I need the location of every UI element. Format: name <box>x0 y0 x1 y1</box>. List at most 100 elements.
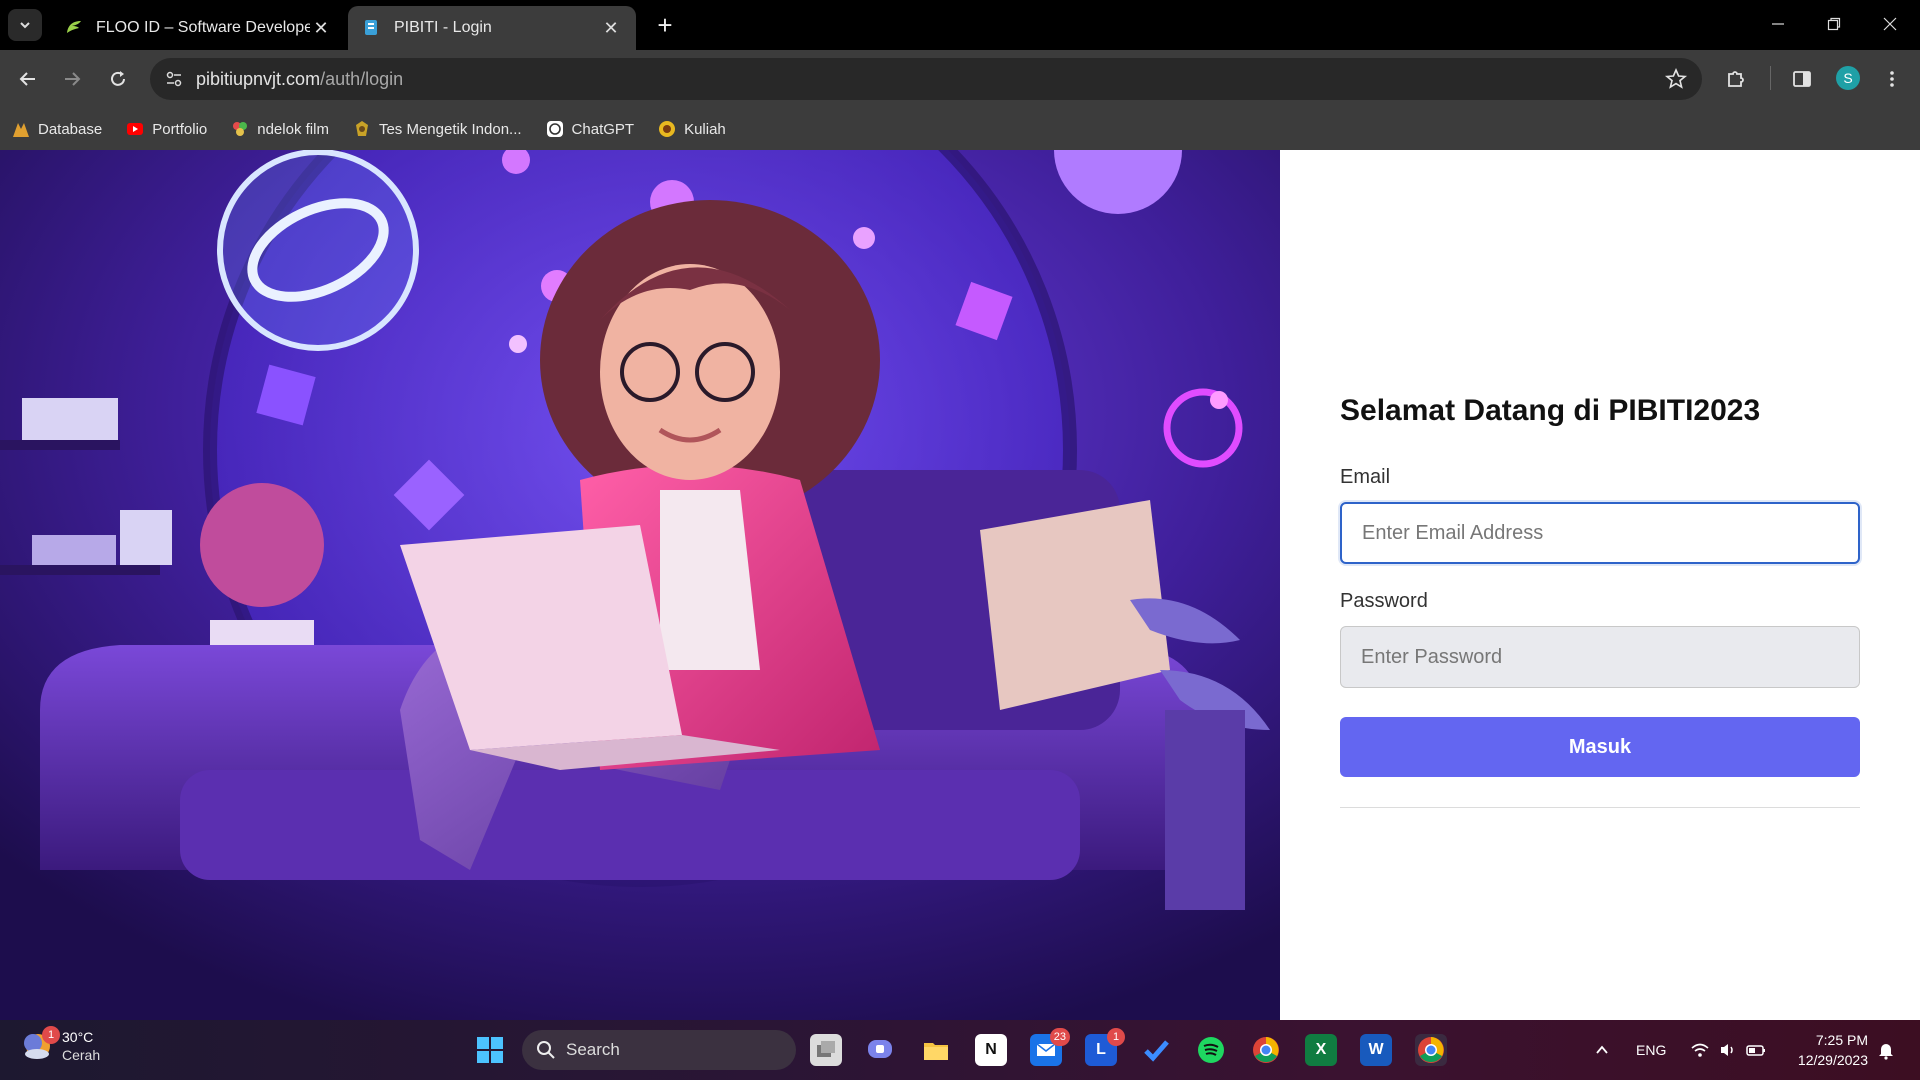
close-window-button[interactable] <box>1862 6 1918 42</box>
teams-chat-button[interactable] <box>864 1034 896 1066</box>
language-indicator[interactable]: ENG <box>1636 1042 1666 1058</box>
weather-temp: 30°C <box>62 1029 94 1045</box>
arrow-left-icon <box>19 72 35 86</box>
bookmark-label: ChatGPT <box>571 120 635 138</box>
bookmark-chatgpt[interactable]: ChatGPT <box>546 113 635 145</box>
floo-favicon-icon <box>67 21 81 33</box>
side-panel-icon <box>1793 71 1811 87</box>
mail-badge: 23 <box>1049 1028 1070 1046</box>
bookmark-database[interactable]: Database <box>12 113 102 145</box>
restore-button[interactable] <box>1806 6 1862 42</box>
email-field[interactable] <box>1340 502 1860 564</box>
minimize-button[interactable] <box>1750 6 1806 42</box>
new-tab-button[interactable]: + <box>650 10 680 40</box>
login-button[interactable]: Masuk <box>1340 717 1860 777</box>
neon-dot <box>1210 391 1228 409</box>
profile-avatar[interactable]: S <box>1836 66 1860 90</box>
tab-search-button[interactable] <box>8 9 42 41</box>
spotify-button[interactable] <box>1195 1034 1227 1066</box>
toolbar-separator <box>1770 66 1771 90</box>
address-bar[interactable]: pibitiupnvjt.com/auth/login <box>150 58 1702 100</box>
close-icon[interactable]: ✕ <box>600 17 622 39</box>
database-icon <box>13 123 29 137</box>
bookmark-label: Kuliah <box>684 120 726 138</box>
word-button[interactable]: W <box>1360 1034 1392 1066</box>
extensions-button[interactable] <box>1722 65 1750 93</box>
shelf-box <box>22 398 118 440</box>
tune-icon <box>166 71 182 87</box>
back-button[interactable] <box>10 61 46 97</box>
tab-pibiti-login[interactable]: PIBITI - Login ✕ <box>348 6 636 50</box>
bookmark-label: Database <box>38 120 103 138</box>
chrome-icon <box>1253 1037 1279 1063</box>
task-view-button[interactable] <box>810 1034 842 1066</box>
search-icon <box>537 1041 555 1059</box>
mail-button[interactable]: 23 <box>1030 1028 1070 1066</box>
weather-widget[interactable]: 1 30°C Cerah <box>22 1026 100 1064</box>
todo-button[interactable] <box>1140 1034 1172 1066</box>
weather-icon-wrap: 1 <box>22 1026 60 1062</box>
close-icon <box>1883 17 1897 31</box>
bookmark-portfolio[interactable]: Portfolio <box>126 113 207 145</box>
bookmark-tes-mengetik[interactable]: Tes Mengetik Indon... <box>353 113 522 145</box>
url-text: pibitiupnvjt.com/auth/login <box>196 69 403 90</box>
chevron-up-icon <box>1596 1045 1608 1054</box>
excel-button[interactable]: X <box>1305 1034 1337 1066</box>
chevron-down-icon <box>20 22 30 29</box>
chrome-profile-button[interactable] <box>1415 1034 1447 1066</box>
bookmark-ndelok-film[interactable]: ndelok film <box>231 113 329 145</box>
shelf-box <box>32 535 116 565</box>
restore-icon <box>1827 17 1841 31</box>
minimize-icon <box>1772 23 1784 25</box>
notion-button[interactable]: N <box>975 1034 1007 1066</box>
chrome-icon <box>1418 1037 1444 1063</box>
chatgpt-icon <box>546 121 563 137</box>
word-icon: W <box>1368 1041 1384 1058</box>
puzzle-icon <box>1728 71 1744 87</box>
clock-time: 7:25 PM <box>1815 1032 1868 1048</box>
globe-lamp <box>200 483 324 607</box>
reload-button[interactable] <box>100 61 136 97</box>
shelf <box>0 565 160 575</box>
chat-icon <box>868 1040 892 1058</box>
hero-illustration <box>0 150 1280 1020</box>
app-l-button[interactable]: L 1 <box>1085 1028 1125 1066</box>
notifications-button[interactable] <box>1870 1034 1902 1066</box>
browser-titlebar: FLOO ID – Software Developer ✕ PIBITI - … <box>0 0 1920 50</box>
browser-menu-button[interactable] <box>1878 65 1906 93</box>
tab-title: PIBITI - Login <box>394 19 492 36</box>
close-icon[interactable]: ✕ <box>310 17 332 39</box>
checkmark-icon <box>1144 1040 1169 1062</box>
show-hidden-icons-button[interactable] <box>1586 1034 1618 1066</box>
battery-button[interactable] <box>1740 1034 1772 1066</box>
url-host: pibitiupnvjt.com <box>196 69 321 89</box>
clock[interactable]: 7:25 PM 12/29/2023 <box>1780 1030 1868 1070</box>
excel-icon: X <box>1315 1041 1327 1058</box>
windows-logo-icon <box>477 1037 503 1063</box>
forward-button[interactable] <box>54 61 90 97</box>
task-view-icon <box>817 1041 835 1057</box>
glowing-ring <box>217 150 419 351</box>
speaker-icon <box>1721 1044 1733 1056</box>
taskbar-search[interactable]: Search <box>522 1030 796 1070</box>
side-panel-button[interactable] <box>1788 65 1816 93</box>
windows-taskbar: 1 30°C Cerah Search N 23 L 1 X W ENG 7:2… <box>0 1020 1920 1080</box>
battery-icon <box>1746 1045 1765 1056</box>
password-field[interactable] <box>1340 626 1860 688</box>
app-l-badge: 1 <box>1107 1028 1125 1046</box>
start-button[interactable] <box>474 1034 506 1066</box>
reload-icon <box>111 71 125 86</box>
chrome-button[interactable] <box>1250 1034 1282 1066</box>
tab-floo-id[interactable]: FLOO ID – Software Developer ✕ <box>50 6 346 50</box>
weather-badge: 1 <box>42 1026 60 1044</box>
bookmark-kuliah[interactable]: Kuliah <box>658 113 726 145</box>
pibiti-favicon-icon <box>365 20 377 35</box>
page-viewport: Selamat Datang di PIBITI2023 Email Passw… <box>0 150 1920 1020</box>
typing-icon <box>355 121 368 136</box>
bookmark-star-icon[interactable] <box>1664 67 1688 91</box>
spotify-icon <box>1198 1037 1224 1063</box>
file-explorer-button[interactable] <box>920 1034 952 1066</box>
notion-icon: N <box>985 1041 997 1058</box>
site-info-button[interactable] <box>162 67 186 91</box>
floating-dot <box>509 335 527 353</box>
